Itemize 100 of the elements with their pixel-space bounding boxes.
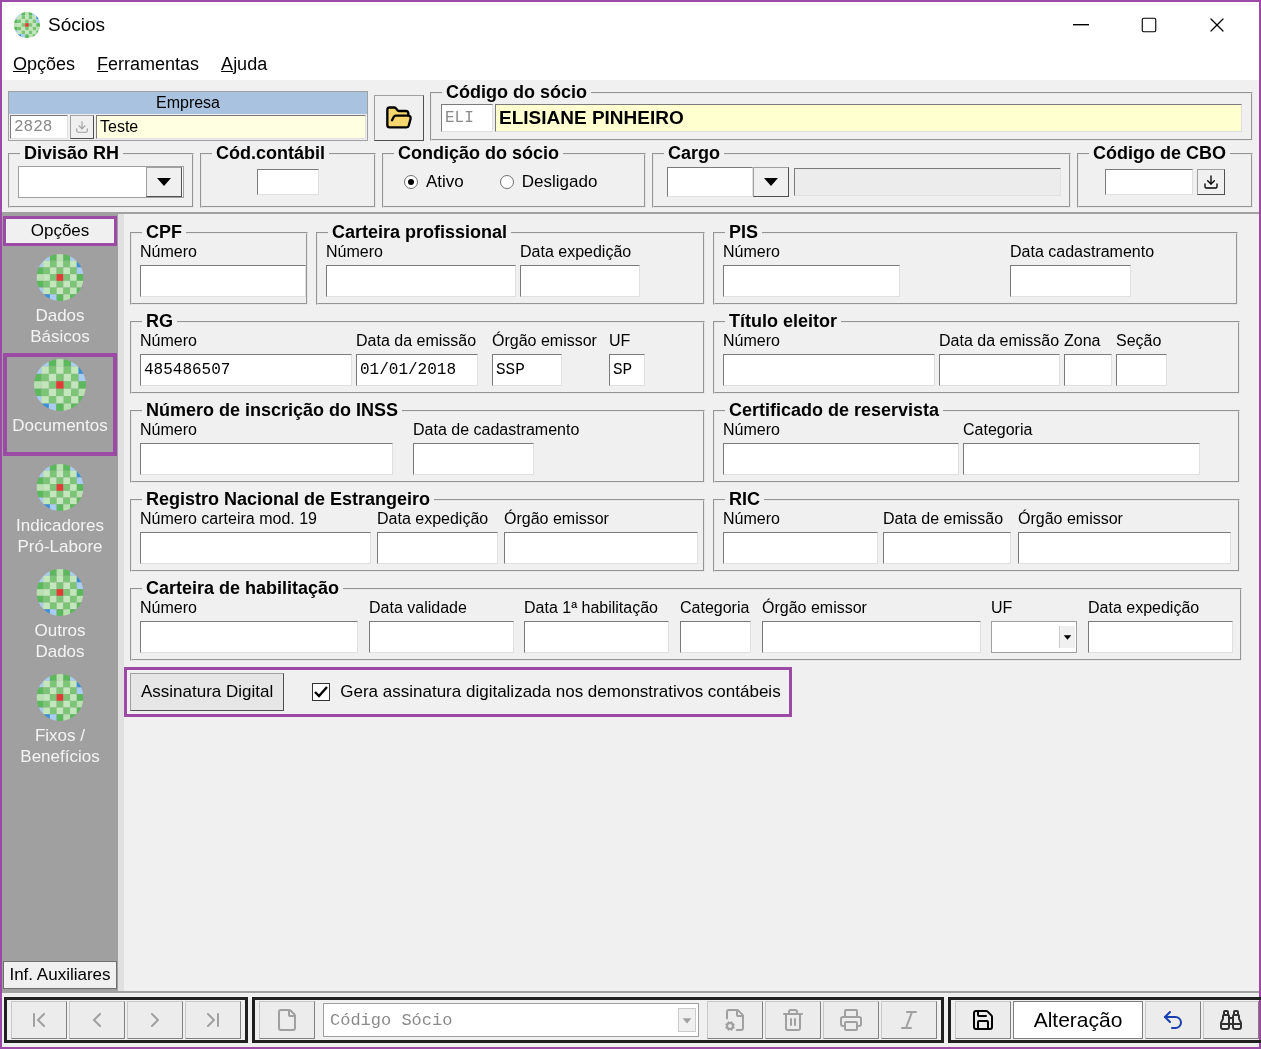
input-field[interactable] xyxy=(963,443,1200,475)
dropdown-button[interactable] xyxy=(146,167,182,197)
sidebar-item-label: Outros Dados xyxy=(34,620,86,662)
group-title: RG xyxy=(145,311,174,332)
save-icon xyxy=(971,1008,995,1032)
role-name-field[interactable] xyxy=(794,168,1061,196)
field-label: UF xyxy=(609,332,631,350)
new-record-button[interactable] xyxy=(259,1001,315,1039)
input-field[interactable] xyxy=(723,354,935,386)
field-label: Data de emissão xyxy=(883,510,1004,528)
field-label: Número xyxy=(723,332,780,350)
input-field[interactable] xyxy=(883,532,1011,564)
input-field[interactable] xyxy=(369,621,514,653)
field-label: Órgão emissor xyxy=(492,332,597,350)
first-record-button[interactable] xyxy=(11,1001,67,1039)
signature-checkbox[interactable]: Gera assinatura digitalizada nos demonstrativos contábeis xyxy=(312,682,781,702)
search-combo[interactable]: Código Sócio xyxy=(323,1003,699,1037)
delete-button[interactable] xyxy=(765,1001,821,1039)
previous-record-button[interactable] xyxy=(69,1001,125,1039)
sidebar-item-label: Fixos / Benefícios xyxy=(20,725,100,767)
input-field[interactable] xyxy=(504,532,698,564)
company-code-field[interactable]: 2828 xyxy=(10,115,68,139)
edit-document-button[interactable] xyxy=(707,1001,763,1039)
field-label: Órgão emissor xyxy=(1018,510,1123,528)
group-title: CPF xyxy=(145,222,183,243)
accounting-code-field[interactable] xyxy=(257,169,319,195)
field-label: Órgão emissor xyxy=(504,510,609,528)
radio-option[interactable]: Desligado xyxy=(499,172,598,192)
next-record-button[interactable] xyxy=(127,1001,183,1039)
input-field[interactable] xyxy=(326,265,516,297)
company-header: Empresa xyxy=(9,92,367,114)
input-field[interactable] xyxy=(680,621,751,653)
field-label: Número xyxy=(723,510,780,528)
input-field[interactable] xyxy=(723,532,878,564)
dropdown-field[interactable] xyxy=(991,621,1077,653)
input-field[interactable] xyxy=(520,265,640,297)
field-label: UF xyxy=(991,599,1013,617)
input-field[interactable] xyxy=(762,621,981,653)
binoculars-icon xyxy=(1219,1008,1243,1032)
group-title: Título eleitor xyxy=(728,311,838,332)
field-label: Número xyxy=(140,332,197,350)
field-label: Número xyxy=(140,421,197,439)
input-field[interactable] xyxy=(524,621,669,653)
last-record-button[interactable] xyxy=(185,1001,241,1039)
input-field[interactable] xyxy=(723,443,959,475)
division-combo[interactable] xyxy=(18,166,184,198)
search-button[interactable] xyxy=(1203,1001,1259,1039)
printer-icon xyxy=(839,1008,863,1032)
lookup-button[interactable] xyxy=(70,115,94,139)
search-field[interactable]: Código Sócio xyxy=(328,1009,678,1031)
input-field[interactable] xyxy=(1116,354,1167,386)
save-button[interactable] xyxy=(955,1001,1011,1039)
input-field[interactable]: SSP xyxy=(492,354,562,386)
input-field[interactable] xyxy=(140,265,306,297)
undo-button[interactable] xyxy=(1145,1001,1201,1039)
group-title: Número de inscrição do INSS xyxy=(145,400,400,421)
input-field[interactable] xyxy=(413,443,534,475)
field-label: Data 1ª habilitação xyxy=(524,599,658,617)
print-button[interactable] xyxy=(823,1001,879,1039)
download-icon xyxy=(1203,174,1219,190)
group-title: RIC xyxy=(728,489,761,510)
cbo-code-field[interactable] xyxy=(1105,169,1193,195)
input-field[interactable]: 01/01/2018 xyxy=(356,354,478,386)
document-icon xyxy=(275,1008,299,1032)
group-title: PIS xyxy=(728,222,759,243)
dropdown-button[interactable] xyxy=(753,167,789,197)
input-field[interactable] xyxy=(939,354,1060,386)
company-name-field[interactable]: Teste xyxy=(96,115,366,139)
field-label: Data da emissão xyxy=(939,332,1060,350)
input-field[interactable] xyxy=(140,532,371,564)
auxiliary-info-button[interactable]: Inf. Auxiliares xyxy=(3,961,117,989)
input-field[interactable]: 485486507 xyxy=(140,354,352,386)
field-label: Data expedição xyxy=(1088,599,1200,617)
group-title: Divisão RH xyxy=(23,143,121,164)
dropdown-arrow-icon xyxy=(764,178,778,186)
open-folder-button[interactable] xyxy=(374,95,424,141)
input-field[interactable] xyxy=(377,532,498,564)
input-field[interactable]: SP xyxy=(609,354,645,386)
field-label: Data cadastramento xyxy=(1010,243,1155,261)
input-field[interactable] xyxy=(1088,621,1233,653)
input-field[interactable] xyxy=(723,265,900,297)
input-field[interactable] xyxy=(1064,354,1112,386)
input-field[interactable] xyxy=(1010,265,1131,297)
italic-button[interactable] xyxy=(881,1001,937,1039)
window-title: Sócios xyxy=(48,14,107,36)
maximize-icon xyxy=(1140,16,1158,34)
input-field[interactable] xyxy=(1018,532,1231,564)
lookup-button[interactable] xyxy=(1197,169,1225,195)
menu-item[interactable]: Ferramentas xyxy=(97,53,200,75)
digital-signature-button[interactable]: Assinatura Digital xyxy=(130,673,285,711)
partner-name-field[interactable]: ELISIANE PINHEIRO xyxy=(495,104,1242,132)
input-field[interactable] xyxy=(140,621,358,653)
menu-item[interactable]: Opções xyxy=(13,53,76,75)
field-label: Categoria xyxy=(680,599,750,617)
field-label: Seção xyxy=(1116,332,1162,350)
input-field[interactable] xyxy=(140,443,393,475)
field-label: Data expedição xyxy=(520,243,632,261)
menu-item[interactable]: Ajuda xyxy=(221,53,268,75)
radio-option[interactable]: Ativo xyxy=(404,172,464,192)
field-label: Número xyxy=(326,243,383,261)
